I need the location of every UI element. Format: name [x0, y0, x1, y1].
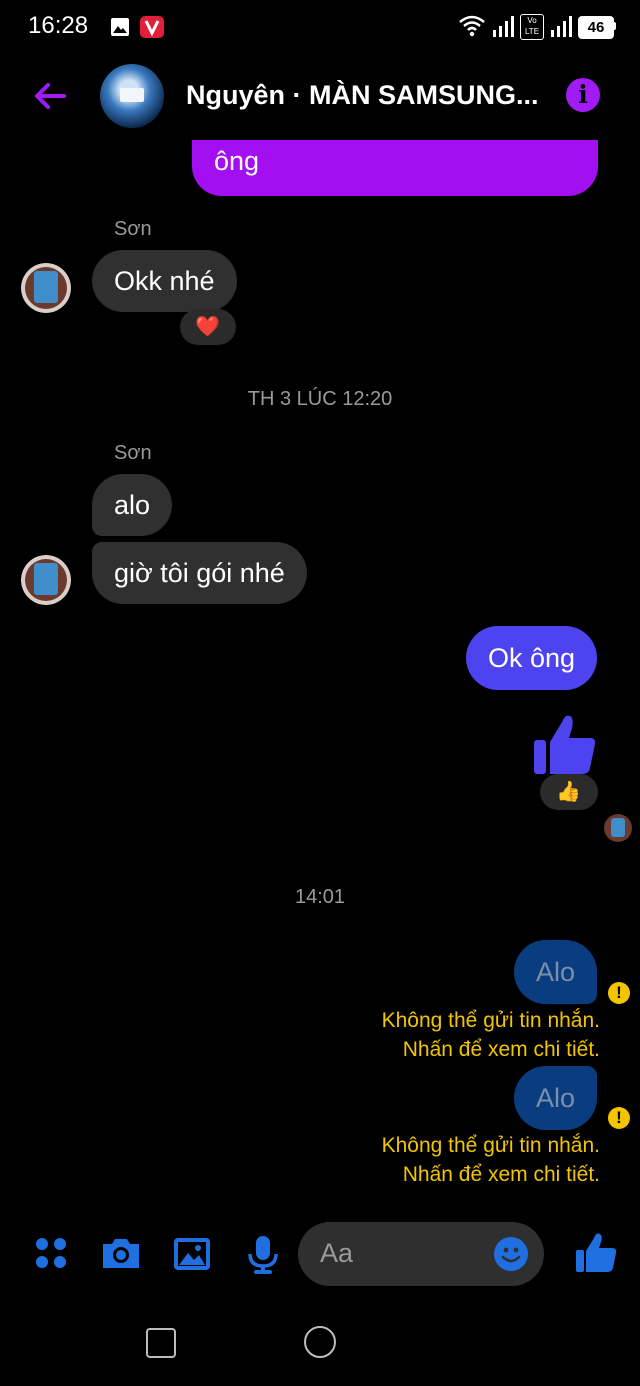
- back-arrow-icon[interactable]: [28, 74, 72, 118]
- error-line-1: Không thể gửi tin nhắn.: [381, 1009, 600, 1032]
- gallery-icon: [111, 18, 129, 36]
- incoming-message[interactable]: alo: [92, 474, 173, 536]
- timestamp: TH 3 LÚC 12:20: [247, 388, 393, 410]
- battery-level: 46: [587, 19, 605, 36]
- error-icon[interactable]: !: [608, 982, 630, 1004]
- thumbs-up-reaction-icon: 👍: [556, 781, 581, 803]
- network-badge-text: Vo LTE: [524, 16, 540, 36]
- error-line-1: Không thể gửi tin nhắn.: [381, 1134, 600, 1157]
- emoji-icon[interactable]: [494, 1237, 528, 1271]
- thumbs-up-sticker-icon[interactable]: [532, 710, 598, 776]
- message-input-placeholder: Aa: [320, 1238, 354, 1268]
- info-icon[interactable]: i: [566, 78, 600, 112]
- apps-grid-icon[interactable]: [30, 1232, 74, 1276]
- seen-avatar: [604, 814, 632, 842]
- signal-icon-2: [551, 16, 572, 37]
- status-time: 16:28: [28, 12, 89, 39]
- reaction-badge[interactable]: ❤️: [180, 309, 236, 345]
- failed-message[interactable]: Alo: [514, 1066, 598, 1130]
- like-icon[interactable]: [574, 1230, 618, 1274]
- message-text: ông: [214, 146, 260, 176]
- sender-name: Sơn: [114, 218, 152, 240]
- recent-apps-button[interactable]: [146, 1328, 176, 1358]
- chat-title[interactable]: Nguyên · MÀN SAMSUNG...: [186, 80, 546, 111]
- outgoing-message-partial[interactable]: ông: [192, 140, 598, 196]
- failed-message[interactable]: Alo: [514, 940, 598, 1004]
- signal-icon: [493, 16, 514, 37]
- sender-avatar[interactable]: [21, 263, 71, 313]
- app-badge-icon: [140, 16, 164, 38]
- reaction-badge[interactable]: 👍: [540, 774, 598, 810]
- message-input[interactable]: Aa: [298, 1222, 544, 1286]
- error-icon[interactable]: !: [608, 1107, 630, 1129]
- sender-name: Sơn: [114, 442, 152, 464]
- microphone-icon[interactable]: [241, 1232, 285, 1276]
- error-line-2: Nhấn để xem chi tiết.: [402, 1038, 600, 1061]
- battery-icon: 46: [578, 16, 614, 39]
- camera-icon[interactable]: [99, 1232, 143, 1276]
- heart-reaction-icon: ❤️: [195, 316, 220, 338]
- outgoing-message[interactable]: Ok ông: [466, 626, 598, 690]
- error-message[interactable]: Không thể gửi tin nhắn. Nhấn để xem chi …: [382, 1006, 600, 1064]
- incoming-message[interactable]: giờ tôi gói nhé: [92, 542, 307, 604]
- battery-tip: [613, 22, 616, 30]
- image-icon[interactable]: [170, 1232, 214, 1276]
- group-avatar[interactable]: [100, 64, 164, 128]
- error-line-2: Nhấn để xem chi tiết.: [402, 1163, 600, 1186]
- home-button[interactable]: [304, 1326, 336, 1358]
- wifi-icon: [459, 15, 485, 37]
- status-bar: 16:28 Vo LTE 46: [0, 0, 640, 56]
- volte-badge: Vo LTE: [520, 14, 544, 40]
- sender-avatar[interactable]: [21, 555, 71, 605]
- error-message[interactable]: Không thể gửi tin nhắn. Nhấn để xem chi …: [382, 1131, 600, 1189]
- timestamp: 14:01: [294, 886, 346, 908]
- incoming-message[interactable]: Okk nhé: [92, 250, 237, 312]
